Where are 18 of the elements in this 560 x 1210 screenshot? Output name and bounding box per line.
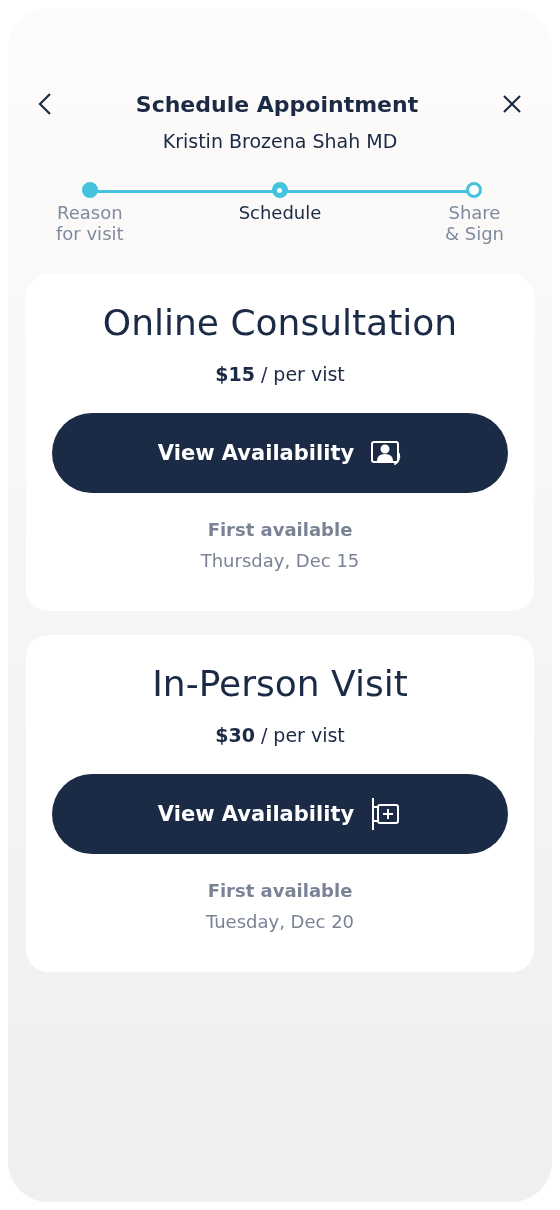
close-icon xyxy=(502,94,522,114)
visit-price: $15 / per vist xyxy=(215,363,345,385)
first-available-date: Thursday, Dec 15 xyxy=(200,550,360,571)
video-call-icon xyxy=(370,440,403,466)
first-available-label: First available xyxy=(207,519,353,540)
back-icon xyxy=(38,92,52,116)
visit-title: In-Person Visit xyxy=(152,663,408,704)
doctor-name: Kristin Brozena Shah MD xyxy=(161,130,399,152)
screen-title: Schedule Appointment xyxy=(135,91,419,117)
first-available-label: First available xyxy=(207,880,353,901)
step-label: Share & Sign xyxy=(444,202,504,244)
view-availability-button[interactable]: View Availability xyxy=(52,413,508,493)
first-available-date: Tuesday, Dec 20 xyxy=(205,911,355,932)
visit-title: Online Consultation xyxy=(102,302,458,343)
view-availability-button[interactable]: View Availability xyxy=(52,774,508,854)
step-label: Reason for visit xyxy=(56,202,124,244)
visit-price: $30 / per vist xyxy=(215,724,345,746)
step-label: Schedule xyxy=(238,202,322,223)
